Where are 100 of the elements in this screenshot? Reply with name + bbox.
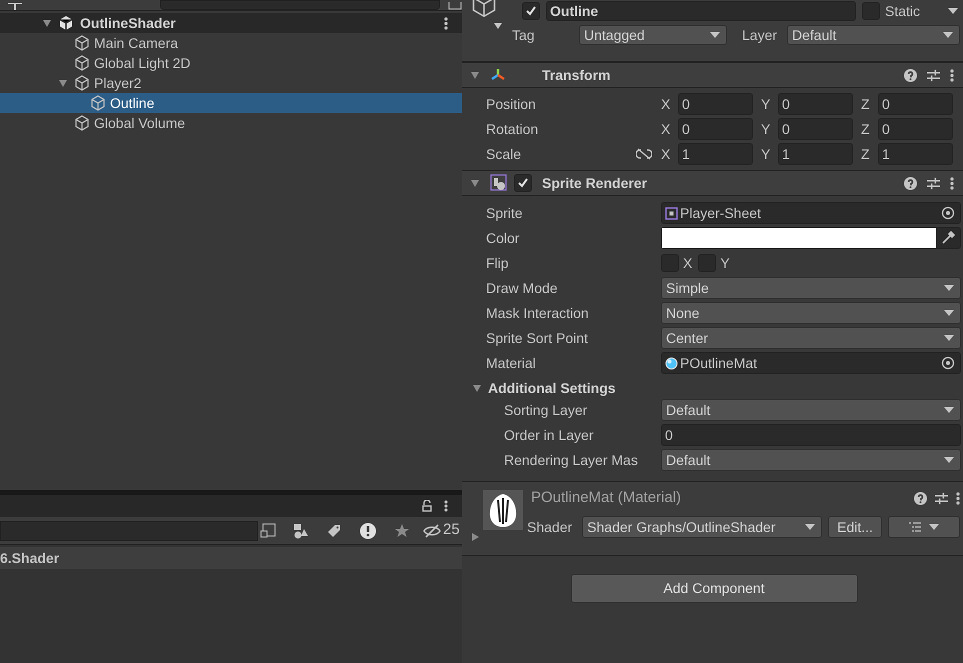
shapes-icon[interactable] xyxy=(293,522,309,538)
number-field[interactable]: 0 xyxy=(661,424,961,446)
dropdown[interactable]: Simple xyxy=(661,277,961,299)
help-icon[interactable] xyxy=(904,176,917,190)
unlinked-icon[interactable] xyxy=(636,148,652,160)
material-title[interactable]: POutlineMat (Material) xyxy=(531,486,906,510)
target-icon[interactable] xyxy=(941,206,955,220)
expand-arrow-icon[interactable] xyxy=(470,178,480,188)
hierarchy-item[interactable]: Outline xyxy=(0,93,462,113)
eyedropper-icon[interactable] xyxy=(941,231,955,245)
more-icon[interactable] xyxy=(444,16,448,30)
dropdown[interactable]: None xyxy=(661,302,961,324)
caret-icon xyxy=(944,284,954,292)
window-icon[interactable] xyxy=(448,2,462,10)
search-field[interactable] xyxy=(0,520,258,540)
caret-icon xyxy=(928,524,939,530)
sliders-icon[interactable] xyxy=(927,176,940,190)
number-field[interactable]: 0 xyxy=(878,93,953,115)
number-field[interactable]: 1 xyxy=(778,143,853,165)
object-field[interactable]: POutlineMat xyxy=(661,352,961,374)
sliders-icon[interactable] xyxy=(927,68,940,82)
field-label: Rendering Layer Mas xyxy=(504,450,639,470)
more-icon[interactable] xyxy=(950,176,954,190)
expand-arrow-icon[interactable] xyxy=(42,18,52,28)
help-icon[interactable] xyxy=(904,68,917,82)
sprite-icon xyxy=(665,206,678,220)
layer-dropdown[interactable]: Default xyxy=(787,25,960,45)
color-swatch[interactable] xyxy=(662,228,936,248)
tag-icon[interactable] xyxy=(326,522,342,538)
name-field[interactable]: Outline xyxy=(546,1,856,21)
hidden-count-button[interactable]: 25 xyxy=(423,519,460,542)
field-label: Sorting Layer xyxy=(504,400,588,420)
cube-icon xyxy=(74,55,90,71)
caret-icon xyxy=(944,406,954,414)
field-label: Draw Mode xyxy=(486,278,559,298)
expand-arrow-icon[interactable] xyxy=(470,70,480,80)
number-field[interactable]: 1 xyxy=(878,143,953,165)
lock-icon[interactable] xyxy=(422,500,432,512)
add-icon[interactable] xyxy=(8,3,22,10)
more-icon[interactable] xyxy=(950,68,954,82)
checkbox[interactable] xyxy=(862,2,880,20)
sliders-icon[interactable] xyxy=(935,492,948,504)
warning-icon[interactable] xyxy=(359,522,377,540)
axis-label: Z xyxy=(861,94,871,114)
checkbox[interactable] xyxy=(522,2,540,20)
more-icon[interactable] xyxy=(956,492,960,504)
check-icon xyxy=(525,5,537,17)
expand-arrow-icon[interactable] xyxy=(472,383,482,393)
caret-icon[interactable] xyxy=(948,7,958,15)
number-field[interactable]: 1 xyxy=(678,143,753,165)
dropdown[interactable]: Default xyxy=(661,399,961,421)
add-component-button[interactable]: Add Component xyxy=(570,574,858,603)
hierarchy-item[interactable]: Global Volume xyxy=(0,113,462,133)
axis-label: X xyxy=(661,94,672,114)
cube-icon xyxy=(74,35,90,51)
cube-icon xyxy=(74,115,90,131)
hierarchy-item[interactable]: Main Camera xyxy=(0,33,462,53)
edit-button[interactable]: Edit... xyxy=(828,516,882,538)
number-field[interactable]: 0 xyxy=(678,93,753,115)
field-label: Flip xyxy=(486,254,510,273)
number-field[interactable]: 0 xyxy=(678,118,753,140)
caret-icon[interactable] xyxy=(494,23,502,29)
caret-icon xyxy=(710,32,720,38)
number-field[interactable]: 0 xyxy=(778,118,853,140)
dropdown[interactable]: Center xyxy=(661,327,961,349)
tag-label: Tag xyxy=(512,26,536,45)
shader-dropdown[interactable]: Shader Graphs/OutlineShader xyxy=(582,516,822,538)
checkbox[interactable] xyxy=(514,174,532,192)
project-row[interactable]: 6.Shader xyxy=(0,547,462,569)
field-label: Order in Layer xyxy=(504,426,594,445)
expand-arrow-icon[interactable] xyxy=(58,78,68,88)
more-icon[interactable] xyxy=(444,500,448,512)
axis-label: Y xyxy=(720,254,730,272)
object-field[interactable]: Player-Sheet xyxy=(661,202,961,224)
help-icon[interactable] xyxy=(914,492,927,504)
star-icon[interactable] xyxy=(394,522,410,538)
tag-dropdown[interactable]: Untagged xyxy=(579,25,727,45)
axis-label: Z xyxy=(861,120,871,138)
axis-label: Y xyxy=(761,94,772,114)
caret-icon xyxy=(944,310,954,316)
axis-label: Y xyxy=(761,120,772,138)
field-label: Mask Interaction xyxy=(486,304,590,322)
number-field[interactable]: 0 xyxy=(878,118,953,140)
expand-arrow-icon[interactable] xyxy=(470,532,480,542)
caret-icon xyxy=(943,32,953,38)
section-title[interactable]: Additional Settings xyxy=(488,378,616,398)
hierarchy-item[interactable]: Player2 xyxy=(0,73,462,93)
search-field[interactable] xyxy=(160,0,440,10)
dropdown[interactable]: Default xyxy=(661,449,961,471)
sphere-icon xyxy=(665,356,678,370)
target-icon[interactable] xyxy=(941,356,955,370)
field-label: Scale xyxy=(486,144,522,164)
list-options-button[interactable] xyxy=(888,516,960,538)
hierarchy-item[interactable]: Global Light 2D xyxy=(0,53,462,73)
axis-label: Y xyxy=(761,144,772,164)
field-label: Sprite xyxy=(486,204,524,223)
field-label: Position xyxy=(486,94,537,114)
expand-icon[interactable] xyxy=(259,522,277,540)
material-preview-icon xyxy=(483,490,523,530)
number-field[interactable]: 0 xyxy=(778,93,853,115)
